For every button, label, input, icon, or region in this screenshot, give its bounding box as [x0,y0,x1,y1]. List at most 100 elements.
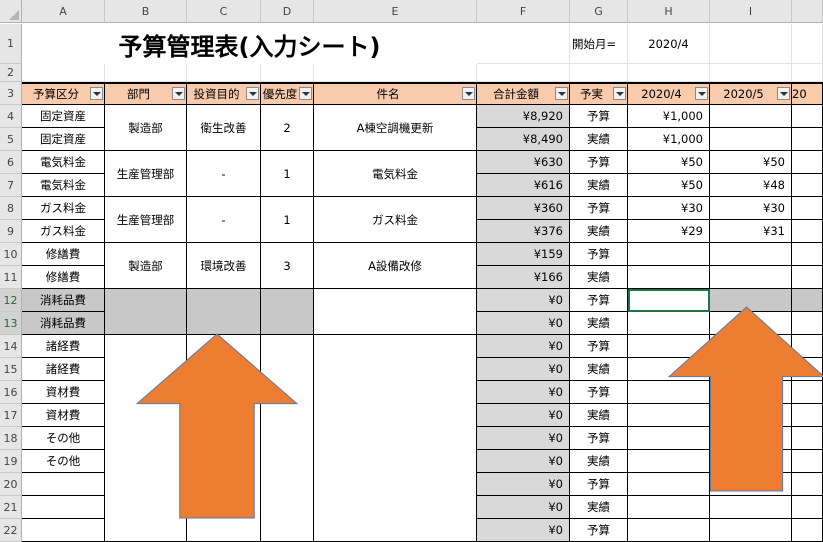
filter-dropdown-category[interactable] [90,87,103,100]
type-cell[interactable]: 実績 [570,312,628,335]
purpose-cell[interactable]: - [187,151,261,197]
filter-dropdown-total[interactable] [555,87,568,100]
item-cell[interactable]: 電気料金 [314,151,477,197]
total-cell[interactable]: ¥0 [477,450,570,473]
type-cell[interactable]: 実績 [570,496,628,519]
start-month-label[interactable]: 開始月= [570,24,628,64]
month3-cell[interactable] [792,174,823,197]
row-header-20[interactable]: 20 [0,473,22,496]
department-cell[interactable]: 製造部 [105,243,187,289]
month1-cell[interactable] [628,496,710,519]
category-cell[interactable]: ガス料金 [22,197,105,220]
column-header-I[interactable]: I [710,0,792,23]
total-cell[interactable]: ¥630 [477,151,570,174]
month1-cell[interactable]: ¥29 [628,220,710,243]
grid-cell[interactable] [792,24,823,64]
blank-merged-cell[interactable] [261,289,314,335]
category-cell[interactable]: 諸経費 [22,335,105,358]
grid-cell[interactable] [187,64,261,82]
total-cell[interactable]: ¥8,490 [477,128,570,151]
grid-cell[interactable] [570,64,628,82]
header-item[interactable]: 件名 [314,82,477,105]
row-header-18[interactable]: 18 [0,427,22,450]
row-header-17[interactable]: 17 [0,404,22,427]
type-cell[interactable]: 予算 [570,519,628,542]
category-cell[interactable] [22,519,105,542]
column-header-H[interactable]: H [628,0,710,23]
grid-cell[interactable] [22,64,105,82]
department-cell[interactable]: 生産管理部 [105,197,187,243]
department-cell[interactable]: 製造部 [105,105,187,151]
grid-cell[interactable] [628,64,710,82]
month3-cell[interactable] [792,519,823,542]
category-cell[interactable]: 固定資産 [22,105,105,128]
row-header-4[interactable]: 4 [0,105,22,128]
type-cell[interactable]: 予算 [570,151,628,174]
row-header-11[interactable]: 11 [0,266,22,289]
grid-cell[interactable] [105,64,187,82]
category-cell[interactable]: ガス料金 [22,220,105,243]
filter-dropdown-month1[interactable] [695,87,708,100]
type-cell[interactable]: 実績 [570,220,628,243]
header-month1[interactable]: 2020/4 [628,82,710,105]
header-month2[interactable]: 2020/5 [710,82,792,105]
month1-cell[interactable] [628,243,710,266]
filter-dropdown-purpose[interactable] [246,87,259,100]
column-header-C[interactable]: C [187,0,261,23]
month1-cell[interactable]: ¥50 [628,174,710,197]
start-month-value[interactable]: 2020/4 [628,24,710,64]
category-cell[interactable] [22,473,105,496]
filter-dropdown-type[interactable] [613,87,626,100]
month3-cell[interactable] [792,220,823,243]
category-cell[interactable]: 修繕費 [22,266,105,289]
type-cell[interactable]: 実績 [570,174,628,197]
row-header-13[interactable]: 13 [0,312,22,335]
header-purpose[interactable]: 投資目的 [187,82,261,105]
month2-cell[interactable]: ¥31 [710,220,792,243]
filter-dropdown-department[interactable] [172,87,185,100]
column-header-E[interactable]: E [314,0,477,23]
select-all-corner[interactable] [0,0,22,23]
row-header-12[interactable]: 12 [0,289,22,312]
purpose-cell[interactable]: 衛生改善 [187,105,261,151]
category-cell[interactable]: 諸経費 [22,358,105,381]
total-cell[interactable]: ¥0 [477,496,570,519]
month3-cell[interactable] [792,128,823,151]
total-cell[interactable]: ¥0 [477,381,570,404]
total-cell[interactable]: ¥0 [477,335,570,358]
type-cell[interactable]: 予算 [570,289,628,312]
blank-merged-cell[interactable] [187,289,261,335]
total-cell[interactable]: ¥0 [477,404,570,427]
type-cell[interactable]: 予算 [570,243,628,266]
priority-cell[interactable]: 2 [261,105,314,151]
category-cell[interactable]: 消耗品費 [22,289,105,312]
grid-cell[interactable] [792,64,823,82]
total-cell[interactable]: ¥0 [477,358,570,381]
column-header-next[interactable] [792,0,823,23]
item-cell[interactable]: A棟空調機更新 [314,105,477,151]
month2-cell[interactable] [710,243,792,266]
category-cell[interactable] [22,496,105,519]
type-cell[interactable]: 実績 [570,450,628,473]
category-cell[interactable]: その他 [22,427,105,450]
column-header-B[interactable]: B [105,0,187,23]
department-cell[interactable]: 生産管理部 [105,151,187,197]
total-cell[interactable]: ¥0 [477,312,570,335]
total-cell[interactable]: ¥0 [477,427,570,450]
row-header-15[interactable]: 15 [0,358,22,381]
priority-cell[interactable]: 3 [261,243,314,289]
type-cell[interactable]: 予算 [570,335,628,358]
filter-dropdown-item[interactable] [462,87,475,100]
month3-cell[interactable] [792,151,823,174]
month3-cell[interactable] [792,105,823,128]
category-cell[interactable]: 電気料金 [22,151,105,174]
type-cell[interactable]: 実績 [570,128,628,151]
month2-cell[interactable]: ¥30 [710,197,792,220]
row-header-8[interactable]: 8 [0,197,22,220]
total-cell[interactable]: ¥0 [477,519,570,542]
month2-cell[interactable] [710,128,792,151]
total-cell[interactable]: ¥166 [477,266,570,289]
grid-cell[interactable] [710,64,792,82]
month1-cell[interactable]: ¥50 [628,151,710,174]
month3-cell[interactable] [792,197,823,220]
